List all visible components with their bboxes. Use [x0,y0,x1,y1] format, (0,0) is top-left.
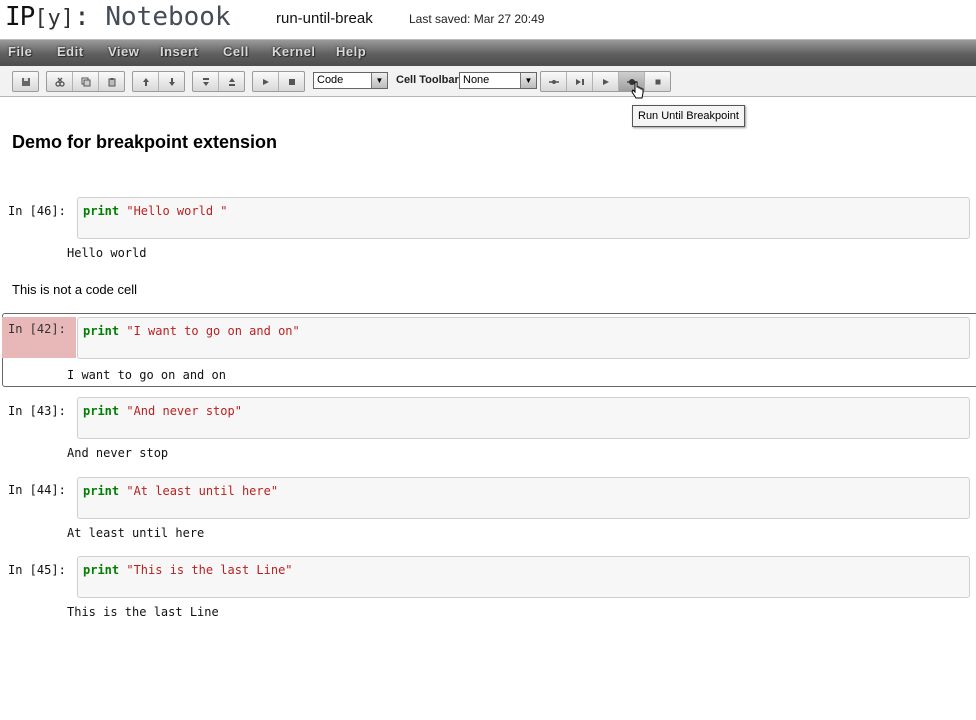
cut-icon[interactable] [47,72,73,91]
save-status: Last saved: Mar 27 20:49 [409,12,545,26]
toolbar-group-insert [192,71,245,92]
continue-icon[interactable] [593,72,619,91]
cell-prompt: In [46]: [8,204,66,218]
cell-type-select[interactable]: Code ▼ [313,72,388,89]
cell-prompt: In [43]: [8,404,66,418]
logo-colon: : [74,2,90,32]
arrow-up-icon[interactable] [133,72,159,91]
code-string: "Hello world " [119,204,228,218]
code-keyword: print [83,404,120,418]
toolbar-group-move [132,71,185,92]
run-until-breakpoint-tooltip: Run Until Breakpoint [632,105,745,127]
cell-prompt: In [44]: [8,483,66,497]
code-string: "And never stop" [119,404,242,418]
code-input[interactable]: print "And never stop" [77,397,970,439]
code-string: "I want to go on and on" [119,324,300,338]
toolbar: Code ▼ Cell Toolbar: None ▼ [0,66,976,97]
clear-icon[interactable] [645,72,670,91]
copy-icon[interactable] [73,72,99,91]
cell-toolbar-label: Cell Toolbar: [396,74,463,86]
save-icon[interactable] [13,72,38,91]
cell-output: I want to go on and on [67,368,226,382]
code-input[interactable]: print "At least until here" [77,477,970,519]
menu-kernel[interactable]: Kernel [272,44,315,59]
hand-cursor-icon [631,81,644,99]
page-title: Demo for breakpoint extension [12,132,278,152]
stop-icon[interactable] [279,72,304,91]
logo-y: [y] [34,6,75,31]
breakpoint-prompt[interactable]: In [42]: [2,317,76,358]
notebook-name[interactable]: run-until-break [276,10,373,27]
insert-above-icon[interactable] [219,72,244,91]
chevron-down-icon: ▼ [371,73,387,88]
menubar: File Edit View Insert Cell Kernel Help [0,39,976,67]
menu-edit[interactable]: Edit [57,44,84,59]
cell-toolbar-select[interactable]: None ▼ [459,72,537,89]
paste-icon[interactable] [99,72,124,91]
menu-help[interactable]: Help [336,44,366,59]
ipython-logo[interactable]: IP[y]: Notebook [5,2,231,32]
menu-insert[interactable]: Insert [160,44,198,59]
insert-below-icon[interactable] [193,72,219,91]
cell-output: Hello world [67,246,147,260]
code-string: "At least until here" [119,484,279,498]
cell-output: At least until here [67,526,205,540]
cell-toolbar-value: None [463,74,490,86]
arrow-down-icon[interactable] [159,72,184,91]
cell-output: This is the last Line [67,605,219,619]
logo-ip: IP [5,2,35,32]
code-string: "This is the last Line" [119,563,293,577]
markdown-cell[interactable]: This is not a code cell [12,282,137,297]
code-input[interactable]: print "Hello world " [77,197,970,239]
toolbar-group-edit [46,71,125,92]
code-keyword: print [83,324,120,338]
code-input[interactable]: print "This is the last Line" [77,556,970,598]
menu-cell[interactable]: Cell [223,44,249,59]
cell-output: And never stop [67,446,169,460]
toolbar-group-breakpoint [540,71,671,92]
toolbar-group-save [12,71,39,92]
breakpoint-toggle-icon[interactable] [541,72,567,91]
toolbar-group-run [252,71,305,92]
notebook-header: IP[y]: Notebook run-until-break Last sav… [0,0,976,38]
play-icon[interactable] [253,72,279,91]
chevron-down-icon: ▼ [520,73,536,88]
cell-prompt: In [45]: [8,563,66,577]
menu-view[interactable]: View [108,44,139,59]
code-keyword: print [83,563,120,577]
code-input[interactable]: print "I want to go on and on" [77,317,970,359]
logo-notebook: Notebook [105,2,231,32]
menu-file[interactable]: File [8,44,32,59]
cell-type-value: Code [317,74,344,86]
code-keyword: print [83,484,120,498]
step-icon[interactable] [567,72,593,91]
code-keyword: print [83,204,120,218]
